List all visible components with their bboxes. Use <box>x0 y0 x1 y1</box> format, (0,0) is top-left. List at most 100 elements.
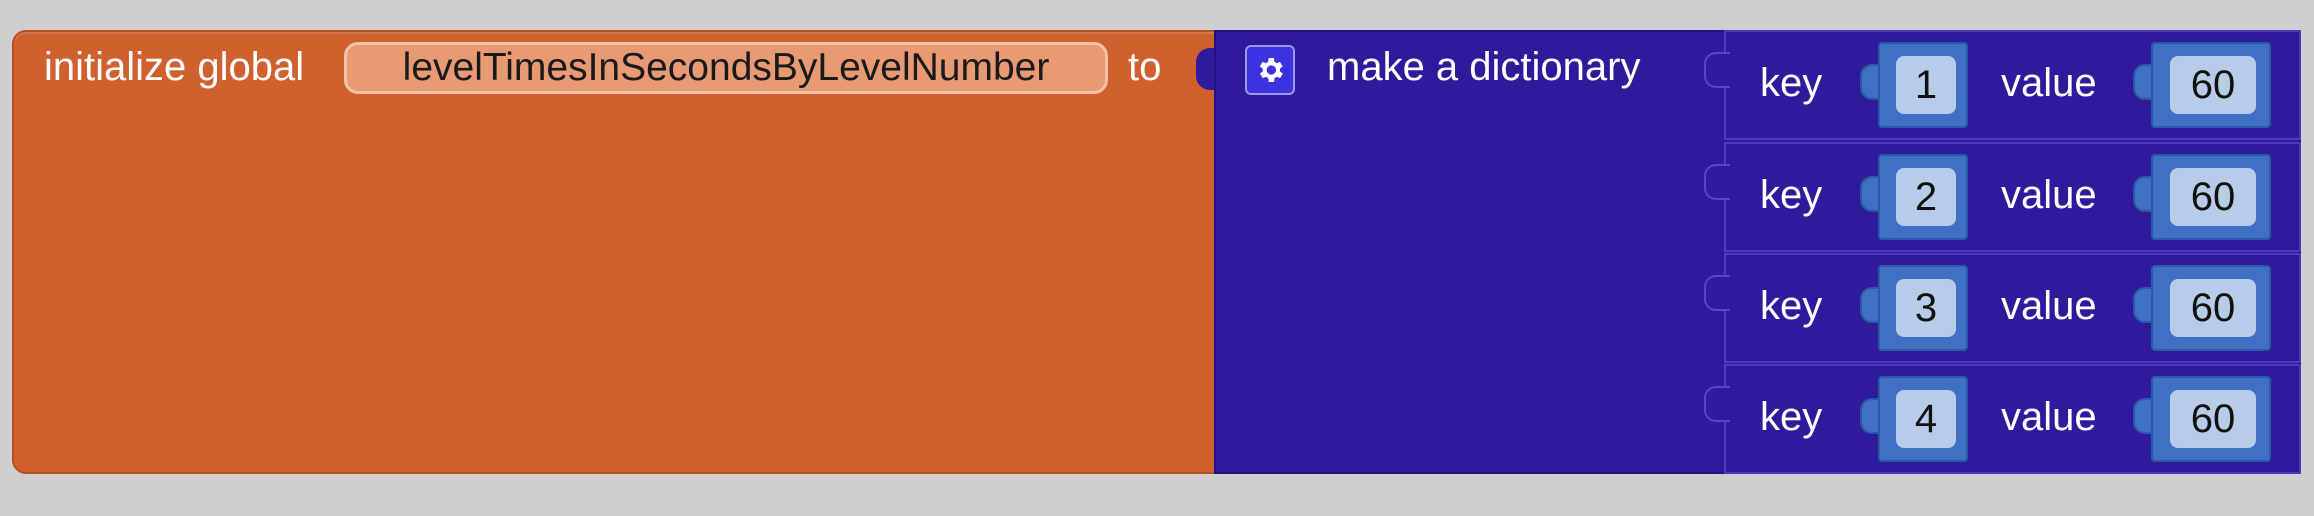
grid-cross <box>1205 14 1219 28</box>
value-number-field[interactable]: 60 <box>2170 56 2256 114</box>
grid-cross <box>845 494 859 508</box>
grid-cross <box>1265 14 1279 28</box>
pair-connector <box>1704 164 1730 200</box>
grid-cross <box>65 494 79 508</box>
grid-cross <box>545 494 559 508</box>
value-number-field[interactable]: 60 <box>2170 390 2256 448</box>
grid-cross <box>125 14 139 28</box>
init-suffix-label: to <box>1128 45 1162 89</box>
initialize-global-block[interactable] <box>12 30 1220 474</box>
key-number-field[interactable]: 2 <box>1896 168 1956 226</box>
grid-cross <box>1025 14 1039 28</box>
grid-cross <box>965 494 979 508</box>
value-number-field[interactable]: 60 <box>2170 168 2256 226</box>
pair-value-label: value <box>2001 395 2097 439</box>
grid-cross <box>1985 14 1999 28</box>
value-number-field[interactable]: 60 <box>2170 279 2256 337</box>
grid-cross <box>1325 494 1339 508</box>
grid-cross <box>1085 494 1099 508</box>
grid-cross <box>1145 494 1159 508</box>
grid-cross <box>1505 14 1519 28</box>
grid-cross <box>2045 494 2059 508</box>
grid-cross <box>185 14 199 28</box>
key-number-field[interactable]: 3 <box>1896 279 1956 337</box>
grid-cross <box>1385 14 1399 28</box>
grid-cross <box>2285 14 2299 28</box>
grid-cross <box>365 14 379 28</box>
grid-cross <box>1505 494 1519 508</box>
pair-value-label: value <box>2001 284 2097 328</box>
blocks-workspace[interactable]: initialize global levelTimesInSecondsByL… <box>0 0 2314 516</box>
grid-cross <box>725 494 739 508</box>
grid-cross <box>2165 14 2179 28</box>
grid-cross <box>605 14 619 28</box>
grid-cross <box>905 494 919 508</box>
grid-cross <box>1925 14 1939 28</box>
grid-cross <box>245 14 259 28</box>
gear-icon <box>1259 58 1283 82</box>
pair-key-label: key <box>1760 284 1823 328</box>
grid-cross <box>305 494 319 508</box>
grid-cross <box>545 14 559 28</box>
pair-key-label: key <box>1760 395 1823 439</box>
init-prefix-label: initialize global <box>44 45 305 89</box>
grid-cross <box>5 14 19 28</box>
global-variable-name-field[interactable]: levelTimesInSecondsByLevelNumber <box>344 42 1108 94</box>
mutator-gear-button[interactable] <box>1245 45 1295 95</box>
grid-cross <box>2225 14 2239 28</box>
grid-cross <box>1385 494 1399 508</box>
grid-cross <box>2225 494 2239 508</box>
grid-cross <box>1805 494 1819 508</box>
pair-value-label: value <box>2001 173 2097 217</box>
grid-cross <box>125 494 139 508</box>
key-number-field[interactable]: 4 <box>1896 390 1956 448</box>
grid-cross <box>845 14 859 28</box>
grid-cross <box>185 494 199 508</box>
make-dictionary-label: make a dictionary <box>1327 45 1641 89</box>
grid-cross <box>965 14 979 28</box>
grid-cross <box>425 494 439 508</box>
grid-cross <box>305 14 319 28</box>
grid-cross <box>665 494 679 508</box>
grid-cross <box>1565 494 1579 508</box>
grid-cross <box>665 14 679 28</box>
grid-cross <box>2105 494 2119 508</box>
grid-cross <box>905 14 919 28</box>
grid-cross <box>2105 14 2119 28</box>
grid-cross <box>365 494 379 508</box>
grid-cross <box>1325 14 1339 28</box>
grid-cross <box>1625 494 1639 508</box>
grid-cross <box>1685 494 1699 508</box>
grid-cross <box>1085 14 1099 28</box>
grid-cross <box>725 14 739 28</box>
grid-cross <box>1805 14 1819 28</box>
grid-cross <box>1265 494 1279 508</box>
grid-cross <box>1205 494 1219 508</box>
key-number-field[interactable]: 1 <box>1896 56 1956 114</box>
pair-connector <box>1704 386 1730 422</box>
grid-cross <box>485 14 499 28</box>
grid-cross <box>1625 14 1639 28</box>
grid-cross <box>1865 14 1879 28</box>
grid-cross <box>1685 14 1699 28</box>
pair-key-label: key <box>1760 173 1823 217</box>
grid-cross <box>1985 494 1999 508</box>
grid-cross <box>605 494 619 508</box>
grid-cross <box>785 494 799 508</box>
grid-cross <box>785 14 799 28</box>
grid-cross <box>1025 494 1039 508</box>
grid-cross <box>1925 494 1939 508</box>
pair-connector <box>1704 275 1730 311</box>
grid-cross <box>1445 494 1459 508</box>
grid-cross <box>245 494 259 508</box>
pair-value-label: value <box>2001 61 2097 105</box>
grid-cross <box>2165 494 2179 508</box>
pair-connector <box>1704 52 1730 88</box>
grid-cross <box>485 494 499 508</box>
grid-cross <box>1145 14 1159 28</box>
grid-cross <box>1745 494 1759 508</box>
grid-cross <box>2285 494 2299 508</box>
grid-cross <box>425 14 439 28</box>
grid-cross <box>5 494 19 508</box>
grid-cross <box>2045 14 2059 28</box>
